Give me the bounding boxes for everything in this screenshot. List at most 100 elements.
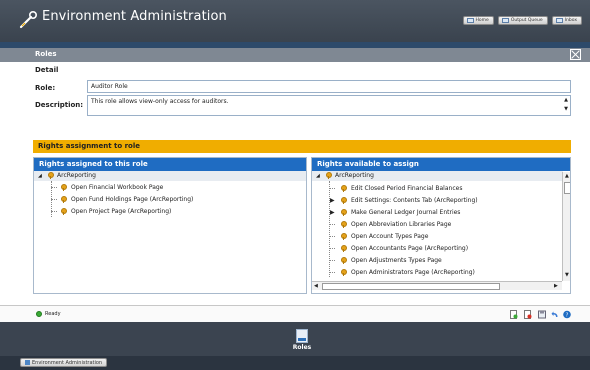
window-icon (25, 360, 30, 365)
expand-arrow-icon[interactable]: ▶ (330, 209, 335, 216)
top-bar: Environment Administration Home Output Q… (0, 0, 590, 42)
assigned-item-label: Open Financial Workbook Page (71, 184, 164, 191)
rights-assignment-title: Rights assignment to role (38, 142, 140, 150)
assigned-rights-panel: Rights assigned to this role ◢ ArcReport… (33, 157, 307, 294)
key-icon (341, 245, 347, 252)
taskbar-environment-administration[interactable]: Environment Administration (20, 358, 108, 367)
scroll-down-icon[interactable]: ▼ (564, 107, 568, 112)
tree-branch (329, 224, 335, 225)
list-item[interactable]: Open Accountants Page (ArcReporting) (312, 243, 570, 254)
list-item[interactable]: Open Fund Holdings Page (ArcReporting) (34, 194, 306, 205)
available-rights-panel: Rights available to assign ◢ ArcReportin… (311, 157, 571, 294)
key-icon (61, 208, 67, 215)
scroll-left-icon[interactable]: ◀ (314, 283, 318, 289)
key-icon (341, 185, 347, 192)
inbox-button[interactable]: Inbox (551, 16, 582, 25)
scroll-up-icon[interactable]: ▲ (564, 98, 568, 103)
app-title: Environment Administration (42, 9, 227, 24)
available-item-label: Open Account Types Page (351, 233, 429, 240)
available-item-label: Make General Ledger Journal Entries (351, 209, 461, 216)
tree-branch (329, 236, 335, 237)
collapse-arrow-icon[interactable]: ◢ (38, 173, 42, 179)
vertical-scrollbar[interactable]: ▲ ▼ (562, 172, 570, 281)
help-icon[interactable]: ? (563, 310, 571, 319)
home-button-label: Home (475, 18, 489, 23)
available-item-label: Edit Settings: Contents Tab (ArcReportin… (351, 197, 478, 204)
available-item-label: Edit Closed Period Financial Balances (351, 185, 463, 192)
key-icon (341, 257, 347, 264)
dialog-title-bar: Roles (0, 48, 590, 62)
key-icon (341, 269, 347, 276)
save-icon[interactable] (538, 310, 546, 319)
list-item[interactable]: Open Account Types Page (312, 231, 570, 242)
roles-icon[interactable] (296, 329, 308, 343)
list-item[interactable]: ▶ Make General Ledger Journal Entries (312, 207, 570, 218)
available-root-node[interactable]: ◢ ArcReporting (312, 171, 563, 181)
available-item-label: Open Administrators Page (ArcReporting) (351, 269, 475, 276)
svg-text:?: ? (566, 313, 569, 319)
tree-branch (51, 211, 57, 212)
horizontal-scrollbar[interactable]: ◀ ▶ (312, 281, 562, 290)
detail-heading: Detail (35, 66, 59, 74)
scroll-down-icon[interactable]: ▼ (565, 272, 569, 278)
output-queue-button[interactable]: Output Queue (497, 16, 548, 25)
undo-icon[interactable] (551, 310, 559, 319)
home-icon (466, 18, 474, 23)
list-item[interactable]: Open Project Page (ArcReporting) (34, 206, 306, 217)
inbox-button-label: Inbox (564, 18, 577, 23)
assigned-item-label: Open Fund Holdings Page (ArcReporting) (71, 196, 194, 203)
role-label: Role: (35, 84, 56, 92)
key-icon (341, 209, 347, 216)
list-item[interactable]: Open Financial Workbook Page (34, 182, 306, 193)
key-icon (341, 233, 347, 240)
scroll-up-icon[interactable]: ▲ (565, 173, 569, 179)
key-icon (326, 172, 332, 179)
available-item-label: Open Abbreviation Libraries Page (351, 221, 452, 228)
wrench-icon (19, 11, 37, 29)
description-text: This role allows view-only access for au… (91, 98, 229, 105)
tree-branch (329, 248, 335, 249)
role-name-input[interactable]: Auditor Role (87, 80, 571, 93)
expand-arrow-icon[interactable]: ▶ (330, 197, 335, 204)
tree-branch (329, 188, 335, 189)
status-text: Ready (45, 311, 61, 317)
available-item-label: Open Accountants Page (ArcReporting) (351, 245, 469, 252)
new-document-icon[interactable] (510, 310, 518, 319)
delete-document-icon[interactable] (524, 310, 532, 319)
list-item[interactable]: Open Administrators Page (ArcReporting) (312, 267, 570, 278)
roles-module-label[interactable]: Roles (283, 344, 321, 351)
description-textarea[interactable]: This role allows view-only access for au… (87, 95, 571, 116)
assigned-root-node[interactable]: ◢ ArcReporting (34, 171, 306, 181)
key-icon (341, 221, 347, 228)
list-item[interactable]: Edit Closed Period Financial Balances (312, 183, 570, 194)
key-icon (61, 184, 67, 191)
rights-assignment-header: Rights assignment to role (33, 140, 571, 153)
list-item[interactable]: Open Adjustments Types Page (312, 255, 570, 266)
scrollbar-thumb[interactable] (564, 182, 570, 194)
available-item-label: Open Adjustments Types Page (351, 257, 442, 264)
close-icon[interactable] (570, 49, 581, 60)
assigned-root-label: ArcReporting (57, 172, 96, 179)
tree-branch (329, 260, 335, 261)
list-item[interactable]: ▶ Edit Settings: Contents Tab (ArcReport… (312, 195, 570, 206)
home-button[interactable]: Home (462, 16, 494, 25)
output-queue-icon (501, 18, 509, 23)
assigned-rights-title: Rights assigned to this role (34, 158, 306, 171)
description-label: Description: (35, 101, 84, 109)
tree-branch (51, 187, 57, 188)
dialog-title: Roles (35, 50, 57, 58)
key-icon (48, 172, 54, 179)
assigned-item-label: Open Project Page (ArcReporting) (71, 208, 172, 215)
available-root-label: ArcReporting (335, 172, 374, 179)
taskbar-item-label: Environment Administration (32, 359, 103, 366)
top-navigation: Home Output Queue Inbox (462, 16, 582, 25)
tree-branch (51, 199, 57, 200)
key-icon (341, 197, 347, 204)
key-icon (61, 196, 67, 203)
scrollbar-thumb[interactable] (322, 283, 500, 290)
list-item[interactable]: Open Abbreviation Libraries Page (312, 219, 570, 230)
status-bar: Ready ? (0, 305, 590, 322)
scroll-right-icon[interactable]: ▶ (554, 283, 558, 289)
status-indicator-icon (36, 311, 42, 317)
collapse-arrow-icon[interactable]: ◢ (316, 173, 320, 179)
